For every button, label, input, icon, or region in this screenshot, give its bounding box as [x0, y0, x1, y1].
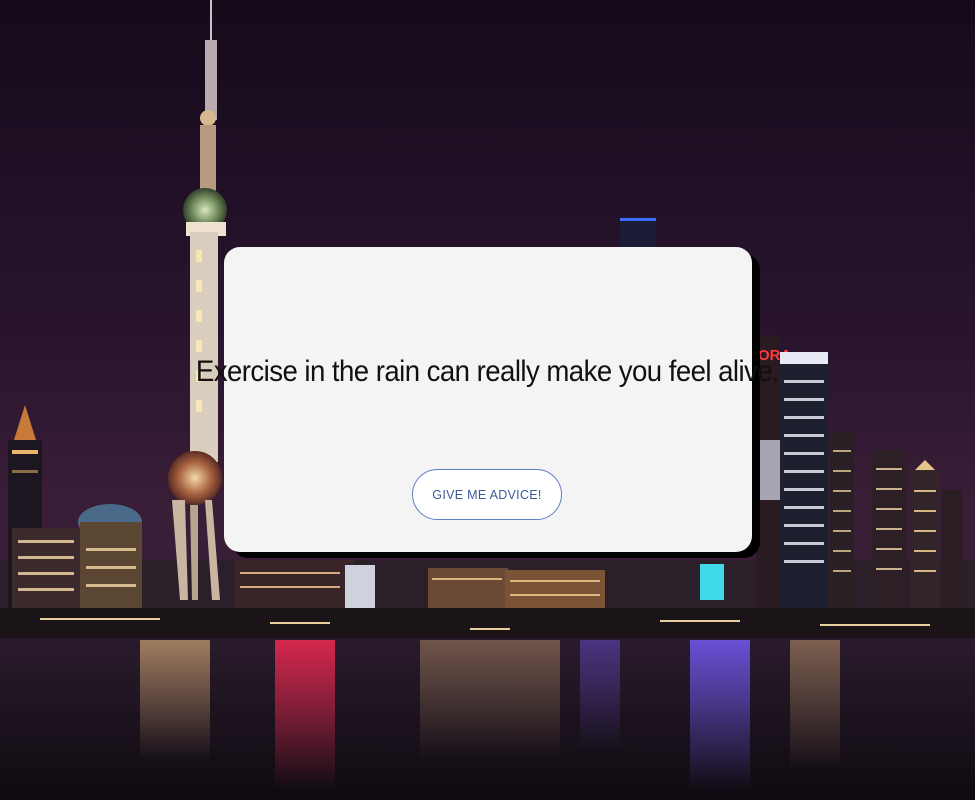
advice-text: Exercise in the rain can really make you… [195, 355, 780, 388]
give-me-advice-button[interactable]: GIVE ME ADVICE! [412, 469, 562, 520]
